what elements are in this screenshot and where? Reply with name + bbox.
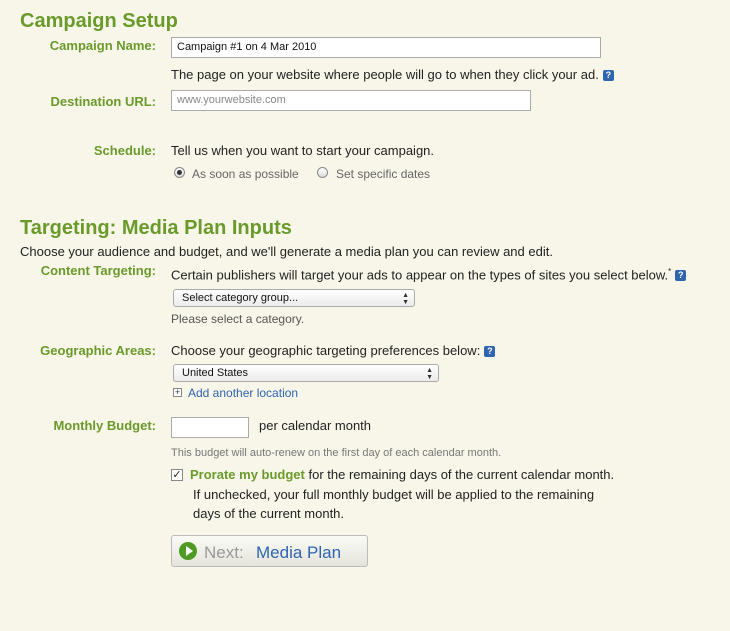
radio-asap[interactable]: [174, 167, 185, 178]
next-label: Media Plan: [256, 543, 342, 562]
radio-specific-dates-label[interactable]: Set specific dates: [336, 167, 430, 181]
campaign-setup-heading: Campaign Setup: [20, 10, 178, 32]
geo-location-select[interactable]: United States ▲ ▼: [173, 364, 439, 382]
prorate-description: for the remaining days of the current ca…: [304, 467, 615, 482]
add-location-link[interactable]: Add another location: [188, 386, 298, 400]
radio-asap-label[interactable]: As soon as possible: [192, 167, 299, 181]
schedule-label: Schedule:: [93, 143, 156, 158]
targeting-intro: Choose your audience and budget, and we'…: [20, 244, 553, 259]
help-icon[interactable]: ?: [484, 346, 496, 357]
plus-box-icon[interactable]: +: [173, 388, 182, 397]
prorate-note-line3: days of the current month.: [193, 506, 345, 521]
prorate-label[interactable]: Prorate my budget: [190, 467, 305, 482]
prorate-checkbox[interactable]: ✓: [171, 469, 183, 481]
prorate-note-line2: If unchecked, your full monthly budget w…: [193, 487, 595, 502]
destination-url-help-label: The page on your website where people wi…: [171, 67, 599, 82]
category-group-select-value: Select category group...: [182, 292, 299, 304]
campaign-name-input[interactable]: Campaign #1 on 4 Mar 2010: [171, 37, 601, 58]
asterisk: *: [668, 267, 672, 276]
prorate-text: Prorate my budget for the remaining days…: [190, 467, 614, 482]
destination-url-label: Destination URL:: [50, 94, 156, 109]
help-icon[interactable]: ?: [602, 70, 614, 81]
select-arrows-icon: ▲ ▼: [402, 292, 409, 306]
destination-url-help-text: The page on your website where people wi…: [171, 67, 614, 82]
budget-note: This budget will auto-renew on the first…: [171, 447, 502, 459]
monthly-budget-label: Monthly Budget:: [53, 418, 156, 433]
content-targeting-text: Certain publishers will target your ads …: [171, 267, 687, 283]
next-prefix: Next:: [204, 543, 244, 562]
play-circle-icon: [179, 542, 197, 560]
budget-unit: per calendar month: [259, 418, 372, 433]
next-media-plan-button[interactable]: Next: Media Plan: [171, 535, 368, 567]
category-hint: Please select a category.: [171, 312, 305, 326]
schedule-text: Tell us when you want to start your camp…: [171, 143, 435, 158]
monthly-budget-input[interactable]: [171, 417, 249, 438]
radio-specific-dates[interactable]: [317, 167, 328, 178]
geographic-areas-text: Choose your geographic targeting prefere…: [171, 343, 496, 358]
campaign-name-label: Campaign Name:: [49, 38, 156, 53]
category-group-select[interactable]: Select category group... ▲ ▼: [173, 289, 415, 307]
geographic-areas-label: Geographic Areas:: [40, 343, 156, 358]
content-targeting-label: Content Targeting:: [40, 263, 156, 278]
content-targeting-description: Certain publishers will target your ads …: [171, 267, 669, 283]
geographic-areas-description: Choose your geographic targeting prefere…: [171, 343, 481, 358]
help-icon[interactable]: ?: [675, 270, 687, 282]
destination-url-input[interactable]: www.yourwebsite.com: [171, 90, 531, 111]
targeting-heading: Targeting: Media Plan Inputs: [20, 217, 292, 239]
select-arrows-icon: ▲ ▼: [426, 367, 433, 381]
geo-location-select-value: United States: [182, 367, 249, 379]
